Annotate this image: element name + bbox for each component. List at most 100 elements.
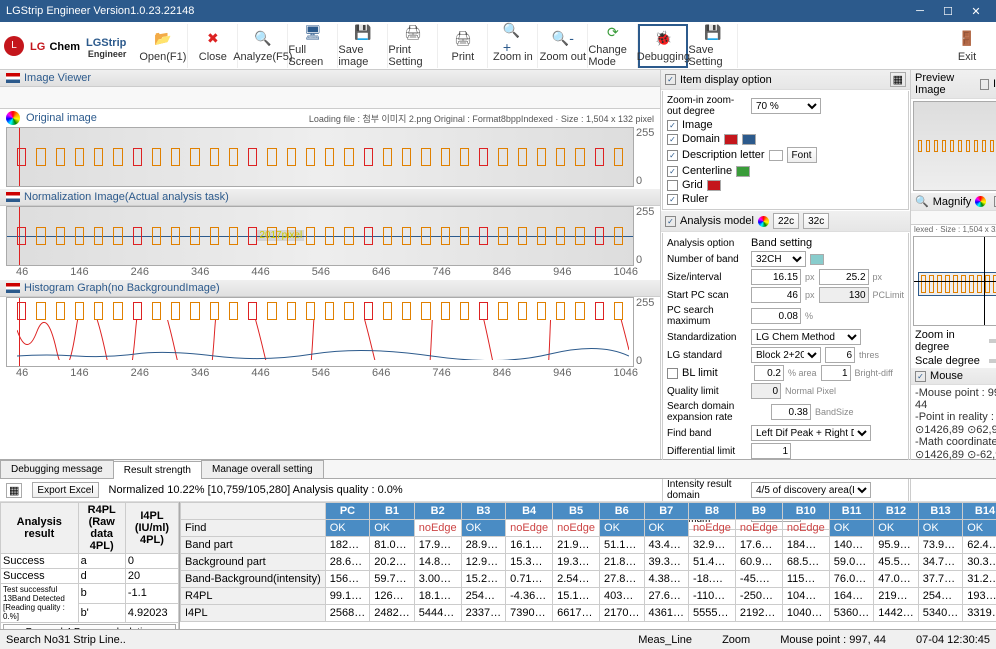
scale-top: 255 — [636, 127, 654, 139]
centerline-color[interactable] — [736, 166, 750, 177]
zoom-out-button[interactable]: 🔍-Zoom out — [538, 24, 588, 68]
status-meas: Meas_Line — [638, 634, 692, 646]
status-mouse: Mouse point : 997, 44 — [780, 634, 886, 646]
image-viewer-title: Image Viewer — [24, 72, 91, 84]
display-option-header: Item display option ▦ — [661, 70, 910, 90]
bllimit-input1[interactable] — [754, 365, 784, 381]
strip-markers — [7, 128, 633, 186]
folder-open-icon: 📂 — [153, 29, 173, 49]
centerline-checkbox[interactable] — [667, 166, 678, 177]
close-window-button[interactable]: ✕ — [962, 2, 990, 20]
norm-x-axis: 4614624634644654664674684694610461146124… — [6, 266, 654, 278]
tab-debugging[interactable]: Debugging message — [0, 460, 114, 478]
domain-color2[interactable] — [742, 134, 756, 145]
model-32c-button[interactable]: 32c — [803, 213, 829, 229]
original-image-title: Original image Loading file : 첨부 이미지 2.p… — [6, 109, 654, 127]
status-zoom: Zoom — [722, 634, 750, 646]
grid-checkbox[interactable] — [667, 180, 678, 191]
grid-color[interactable] — [707, 180, 721, 191]
minimize-button[interactable]: ─ — [906, 2, 934, 20]
desc-letter-checkbox[interactable] — [667, 150, 678, 161]
domain-checkbox[interactable] — [667, 134, 678, 145]
magnify-size-text: lexed · Size : 1,504 x 32 pixel — [911, 225, 996, 234]
magnifier-icon: 🔍 — [253, 29, 273, 49]
size-interval-input1[interactable] — [751, 269, 801, 285]
change-mode-button[interactable]: ⟳Change Mode — [588, 24, 638, 68]
size-interval-input2[interactable] — [819, 269, 869, 285]
refresh-icon: ⟳ — [603, 24, 623, 42]
standardization-select[interactable]: LG Chem Method — [751, 329, 861, 345]
result-left-panel: Analysis result R4PL (Raw data 4PL) I4PL… — [0, 502, 180, 629]
bottom-area: Debugging message Result strength Manage… — [0, 459, 996, 629]
palette-icon[interactable]: ▦ — [890, 72, 906, 87]
sdom-input[interactable] — [771, 404, 811, 420]
print-setting-button[interactable]: 🖨Print Setting — [388, 24, 438, 68]
debugging-button[interactable]: 🐞Debugging — [638, 24, 688, 68]
status-left: Search No31 Strip Line.. — [6, 634, 126, 646]
tab-manage-setting[interactable]: Manage overall setting — [201, 460, 324, 478]
monitor-icon: 🖥 — [303, 24, 323, 42]
ruler-checkbox[interactable] — [667, 194, 678, 205]
histogram-curve — [17, 320, 629, 360]
bllimit-input2[interactable] — [821, 365, 851, 381]
difflimit-input[interactable] — [751, 443, 791, 459]
loading-file-text: Loading file : 첨부 이미지 2.png Original : F… — [309, 112, 654, 125]
save-setting-button[interactable]: 💾Save Setting — [688, 24, 738, 68]
item-display-checkbox[interactable] — [665, 74, 676, 85]
start-pc-input1[interactable] — [751, 287, 801, 303]
inverse-checkbox[interactable] — [980, 79, 989, 90]
lgstd-select[interactable]: Block 2+20 — [751, 347, 821, 363]
zoom-degree-slider[interactable] — [989, 339, 996, 343]
histogram-section: 255 0 4614624634644654664674684694610461… — [0, 297, 660, 379]
rainbow-icon[interactable] — [975, 196, 986, 207]
close-button[interactable]: ✖Close — [188, 24, 238, 68]
analysis-model-checkbox[interactable] — [665, 216, 676, 227]
image-checkbox[interactable] — [667, 120, 678, 131]
mouse-info: -Mouse point : 997 x 44-Point in reality… — [911, 385, 996, 463]
proceed-4param-button[interactable]: Proceed 4 Param calculation — [3, 624, 176, 629]
save-image-button[interactable]: 💾Save image — [338, 24, 388, 68]
magnify-image[interactable] — [913, 236, 996, 326]
zoom-degree-select[interactable]: 70 % — [751, 98, 821, 114]
pcmax-input[interactable] — [751, 308, 801, 324]
image-viewer-pane: Image Viewer Original image Loading file… — [0, 70, 661, 459]
export-excel-button[interactable]: Export Excel — [32, 482, 98, 498]
norm-strip-image[interactable]: 2017pixel — [6, 206, 634, 266]
rainbow-icon[interactable] — [758, 216, 769, 227]
result-bar: ▦ Export Excel Normalized 10.22% [10,759… — [0, 479, 996, 502]
rainbow-icon — [6, 111, 20, 125]
desc-color[interactable] — [769, 150, 783, 161]
save-icon: 💾 — [353, 24, 373, 42]
normalized-text: Normalized 10.22% [10,759/105,280] Analy… — [109, 484, 403, 496]
flag-icon — [6, 283, 20, 293]
preview-image[interactable] — [913, 101, 996, 191]
histogram-image[interactable] — [6, 297, 634, 367]
analyze-button[interactable]: 🔍Analyze(F5) — [238, 24, 288, 68]
lgstd-thres-input[interactable] — [825, 347, 855, 363]
histo-header: Histogram Graph(no BackgroundImage) — [0, 280, 660, 297]
exit-button[interactable]: 🚪Exit — [942, 24, 992, 68]
model-22c-button[interactable]: 22c — [773, 213, 799, 229]
zoom-in-button[interactable]: 🔍+Zoom in — [488, 24, 538, 68]
print-setting-icon: 🖨 — [403, 24, 423, 42]
nband-color[interactable] — [810, 254, 824, 265]
norm-strip-markers — [7, 207, 633, 265]
mouse-checkbox[interactable] — [915, 371, 926, 382]
print-button[interactable]: 🖨Print — [438, 24, 488, 68]
tab-result-strength[interactable]: Result strength — [113, 461, 202, 479]
domain-color1[interactable] — [724, 134, 738, 145]
font-button[interactable]: Font — [787, 147, 817, 163]
result-right-table[interactable]: PCB1B2B3B4B5B6B7B8B9B10B11B12B13B14B15B1… — [180, 502, 996, 629]
findband-select[interactable]: Left Dif Peak + Right Dif Peak — [751, 425, 871, 441]
scale-bottom: 0 — [636, 175, 654, 187]
nband-select[interactable]: 32CH — [751, 251, 806, 267]
open-button[interactable]: 📂Open(F1) — [138, 24, 188, 68]
scale-degree-slider[interactable] — [989, 359, 996, 363]
close-icon: ✖ — [203, 29, 223, 49]
lg-logo-icon: L — [4, 36, 24, 56]
maximize-button[interactable]: ☐ — [934, 2, 962, 20]
full-screen-button[interactable]: 🖥Full Screen — [288, 24, 338, 68]
bllimit-checkbox[interactable] — [667, 368, 678, 379]
original-strip-image[interactable] — [6, 127, 634, 187]
print-icon: 🖨 — [453, 29, 473, 49]
